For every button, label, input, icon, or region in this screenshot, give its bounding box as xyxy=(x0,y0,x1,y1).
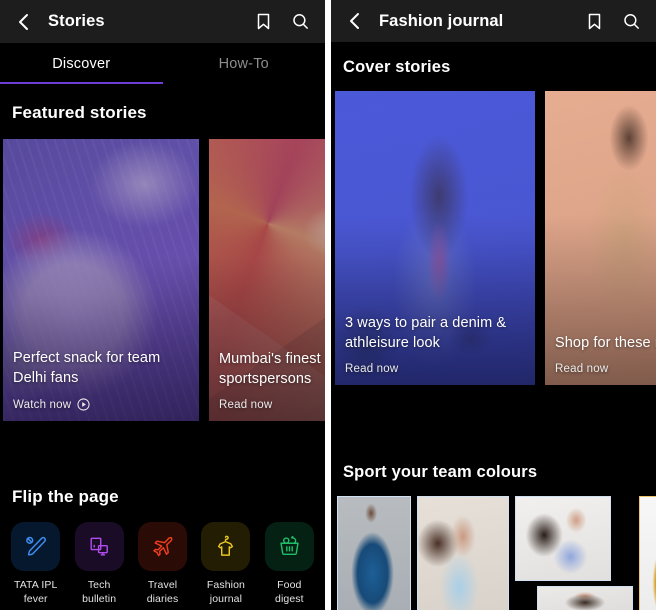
right-appbar-actions xyxy=(584,11,642,32)
search-icon[interactable] xyxy=(290,11,311,32)
category-chip-tile[interactable] xyxy=(138,522,188,571)
story-card-cta-label: Watch now xyxy=(13,398,72,411)
shopping-basket-icon xyxy=(276,533,303,560)
left-appbar-actions xyxy=(253,11,311,32)
story-card-featured-2[interactable]: Mumbai's finest sportspersons Read now xyxy=(209,139,325,421)
product-image xyxy=(640,497,656,610)
tab-how-to[interactable]: How-To xyxy=(163,43,326,84)
category-chip-label: TATA IPL fever xyxy=(14,579,58,605)
cover-card-title: Shop for these materials xyxy=(555,335,656,351)
flip-the-page-section: Flip the page TATA IPL fever Tech bullet… xyxy=(0,487,325,610)
play-circle-icon[interactable] xyxy=(77,398,90,411)
dual-phone-screenshot: Stories Discover How-To Featured stories xyxy=(0,0,656,610)
desktop-monitor-icon xyxy=(86,534,112,560)
category-chip-tile[interactable] xyxy=(74,522,124,571)
product-image xyxy=(516,497,610,580)
category-chip-tile[interactable] xyxy=(264,522,314,571)
product-image xyxy=(538,587,632,610)
page-title: Fashion journal xyxy=(379,11,504,30)
tab-bar: Discover How-To xyxy=(0,43,325,84)
section-title-flip: Flip the page xyxy=(12,487,119,506)
story-card-featured-1[interactable]: Perfect snack for team Delhi fans Watch … xyxy=(3,139,199,421)
product-column xyxy=(515,496,633,610)
active-tab-indicator xyxy=(0,81,163,84)
cover-card-1[interactable]: 3 ways to pair a denim & athleisure look… xyxy=(335,91,535,385)
category-chip-tile[interactable] xyxy=(11,522,61,571)
cover-card-cta[interactable]: Read now xyxy=(555,363,656,375)
category-chip[interactable]: Tech bulletin xyxy=(71,522,126,606)
category-chip-tile[interactable] xyxy=(201,522,251,571)
category-chip-label: Food digest xyxy=(275,579,304,605)
product-grid[interactable] xyxy=(331,496,656,610)
cover-card-cta-label: Read now xyxy=(345,363,399,375)
cover-card-cta-label: Read now xyxy=(555,363,609,375)
bookmark-icon[interactable] xyxy=(584,11,605,32)
tshirt-hanger-icon xyxy=(212,533,239,560)
section-title-sport: Sport your team colours xyxy=(343,463,538,481)
left-appbar: Stories xyxy=(0,0,325,43)
sport-section: Sport your team colours xyxy=(331,463,656,610)
product-tile[interactable] xyxy=(537,586,633,610)
story-card-body: Mumbai's finest sportspersons Read now xyxy=(219,349,325,411)
category-chip[interactable]: Travel diaries xyxy=(135,522,190,606)
section-title-featured: Featured stories xyxy=(12,103,147,122)
tab-how-to-label: How-To xyxy=(218,55,269,72)
story-card-title: Perfect snack for team Delhi fans xyxy=(13,350,161,386)
tab-discover[interactable]: Discover xyxy=(0,43,163,84)
category-chip-label: Fashion journal xyxy=(206,579,245,605)
product-image xyxy=(338,497,410,610)
left-phone-panel: Stories Discover How-To Featured stories xyxy=(0,0,325,610)
bookmark-icon[interactable] xyxy=(253,11,274,32)
tab-discover-label: Discover xyxy=(52,55,111,72)
product-tile[interactable] xyxy=(417,496,509,610)
product-image xyxy=(418,497,508,610)
airplane-icon xyxy=(149,533,176,560)
right-appbar: Fashion journal xyxy=(331,0,656,42)
story-card-body: Perfect snack for team Delhi fans Watch … xyxy=(13,348,191,411)
cover-card-body: Shop for these materials Read now xyxy=(555,333,656,375)
featured-carousel[interactable]: Perfect snack for team Delhi fans Watch … xyxy=(0,139,325,421)
page-title: Stories xyxy=(48,12,105,30)
story-card-cta-label: Read now xyxy=(219,399,273,411)
cover-card-title: 3 ways to pair a denim & athleisure look xyxy=(345,315,507,351)
cover-card-2[interactable]: Shop for these materials Read now xyxy=(545,91,656,385)
category-chip-label: Travel diaries xyxy=(146,579,179,605)
category-chip[interactable]: Food digest xyxy=(262,522,317,606)
product-column xyxy=(639,496,656,610)
cover-card-body: 3 ways to pair a denim & athleisure look… xyxy=(345,313,527,375)
cover-card-cta[interactable]: Read now xyxy=(345,363,527,375)
category-chip-label: Tech bulletin xyxy=(82,579,117,605)
search-icon[interactable] xyxy=(621,11,642,32)
chevron-left-icon[interactable] xyxy=(14,12,34,32)
chevron-left-icon[interactable] xyxy=(345,11,365,31)
product-tile[interactable] xyxy=(639,496,656,610)
category-chip-row: TATA IPL fever Tech bulletin Travel diar… xyxy=(0,522,325,606)
category-chip[interactable]: TATA IPL fever xyxy=(8,522,63,606)
product-tile[interactable] xyxy=(515,496,611,581)
product-column xyxy=(417,496,509,610)
story-card-title: Mumbai's finest sportspersons xyxy=(219,351,321,387)
cricket-bat-ball-icon xyxy=(22,533,49,560)
section-title-cover: Cover stories xyxy=(343,58,451,76)
product-column xyxy=(337,496,411,610)
story-card-cta[interactable]: Read now xyxy=(219,399,325,411)
product-tile[interactable] xyxy=(337,496,411,610)
story-card-cta[interactable]: Watch now xyxy=(13,398,191,411)
category-chip[interactable]: Fashion journal xyxy=(198,522,253,606)
cover-carousel[interactable]: 3 ways to pair a denim & athleisure look… xyxy=(331,91,656,385)
right-phone-panel: Fashion journal Cover stories 3 ways to xyxy=(331,0,656,610)
